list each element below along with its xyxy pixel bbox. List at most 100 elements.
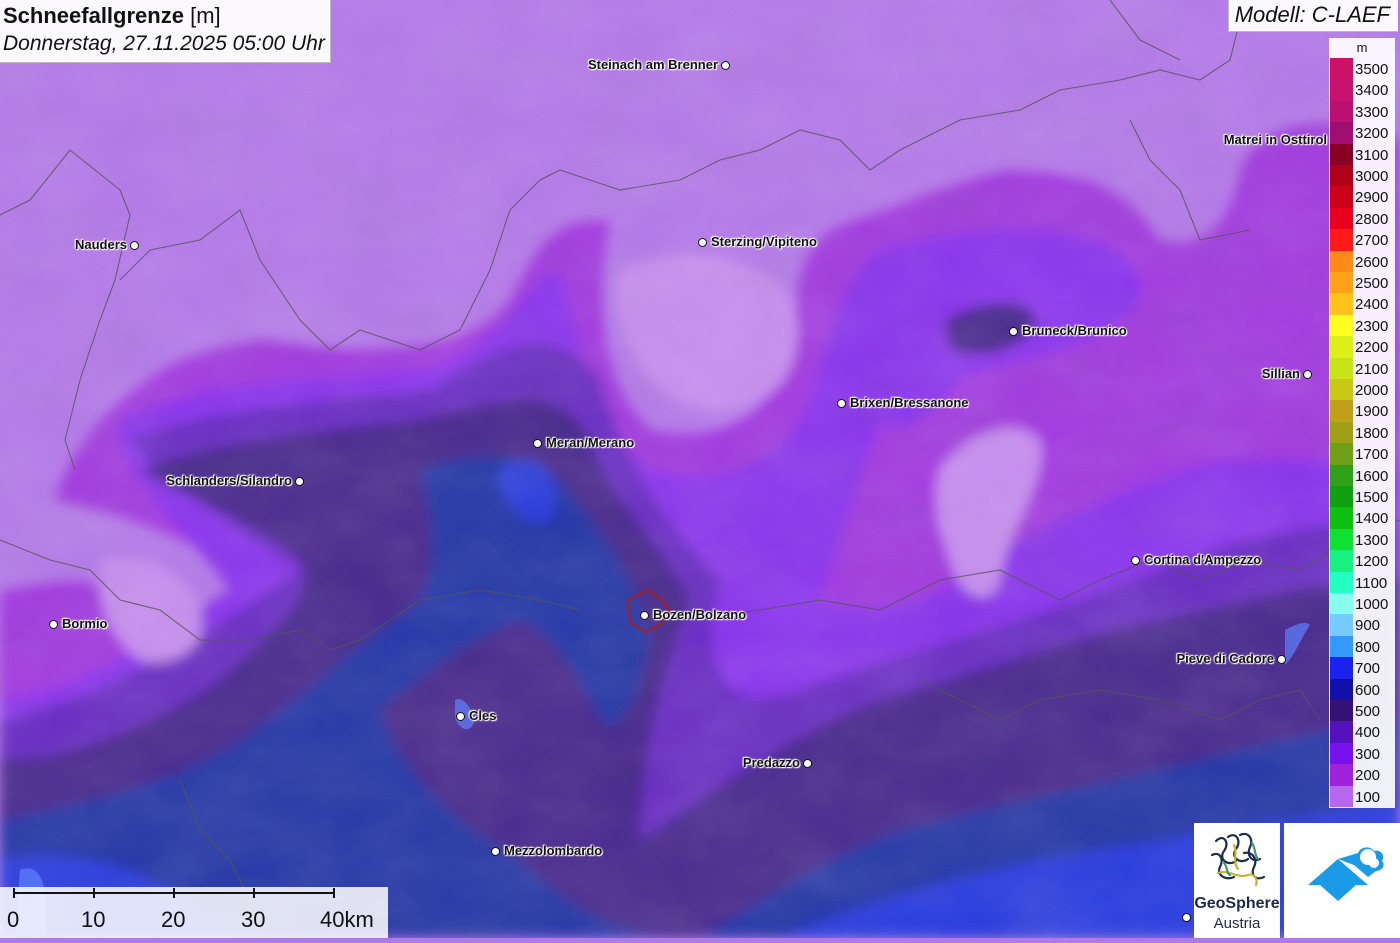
legend-entry: 800 xyxy=(1329,635,1395,658)
legend-swatch xyxy=(1330,700,1353,722)
legend-entry: 100 xyxy=(1329,785,1395,807)
city-marker[interactable] xyxy=(295,477,304,486)
city-label: Meran/Merano xyxy=(546,435,635,450)
city-marker[interactable] xyxy=(698,238,707,247)
legend-label: 2800 xyxy=(1355,210,1389,228)
legend-swatch xyxy=(1330,122,1353,144)
legend-swatch xyxy=(1330,678,1353,700)
legend-label: 500 xyxy=(1355,703,1381,720)
legend-label: 1200 xyxy=(1355,553,1389,571)
legend-label: 2300 xyxy=(1355,317,1389,335)
city-marker[interactable] xyxy=(837,399,846,408)
legend-swatch xyxy=(1330,571,1353,593)
legend-entry: 300 xyxy=(1329,742,1395,765)
geosphere-name: GeoSphere xyxy=(1194,895,1280,912)
legend-entry: 2200 xyxy=(1329,336,1395,358)
legend-swatch xyxy=(1330,785,1353,807)
legend-entry: 2600 xyxy=(1329,250,1395,272)
legend-swatch xyxy=(1330,207,1353,230)
legend-label: 3300 xyxy=(1355,103,1389,121)
legend-swatch xyxy=(1330,421,1353,444)
legend-label: 1500 xyxy=(1355,489,1389,506)
legend-swatch xyxy=(1330,186,1353,208)
legend-label: 200 xyxy=(1355,767,1381,785)
legend-swatch xyxy=(1330,507,1353,529)
legend-entry: 400 xyxy=(1329,721,1395,743)
city-marker[interactable] xyxy=(130,241,139,250)
legend-label: 2600 xyxy=(1355,253,1389,271)
geosphere-emblem-icon xyxy=(1210,832,1266,887)
legend-entry: 1500 xyxy=(1329,486,1395,508)
scale-label: 10 xyxy=(81,907,106,932)
city-marker[interactable] xyxy=(533,439,542,448)
legend-swatch xyxy=(1330,379,1353,401)
city-marker[interactable] xyxy=(721,61,730,70)
geosphere-austria-logo[interactable]: GeoSphere Austria xyxy=(1194,823,1280,938)
legend-entry: 1900 xyxy=(1329,400,1395,422)
legend-swatch xyxy=(1330,293,1353,315)
legend-label: 400 xyxy=(1355,724,1381,742)
scale-label: 30 xyxy=(241,907,266,932)
legend-entry: 1600 xyxy=(1329,464,1395,486)
legend-entry: 2500 xyxy=(1329,272,1395,294)
legend-swatch xyxy=(1330,58,1353,80)
legend-entry: 2300 xyxy=(1329,314,1395,337)
city-marker[interactable] xyxy=(1182,913,1191,922)
legend-label: 1400 xyxy=(1355,510,1389,528)
legend-swatch xyxy=(1330,550,1353,572)
color-legend: m 3500 3400 3300 3200 3100 3000 2900 2800 2700 26… xyxy=(1329,38,1395,808)
legend-entry: 1700 xyxy=(1329,443,1395,465)
legend-label: 1700 xyxy=(1355,446,1389,464)
legend-swatch xyxy=(1330,464,1353,486)
legend-label: 1000 xyxy=(1355,596,1389,613)
legend-label: 1100 xyxy=(1355,574,1388,592)
legend-label: 100 xyxy=(1355,788,1381,806)
scale-label: 20 xyxy=(161,907,186,932)
legend-label: 3500 xyxy=(1355,61,1389,78)
weather-app-logo[interactable] xyxy=(1284,823,1400,938)
city-label: Cortina d'Ampezzo xyxy=(1144,552,1262,567)
city-marker[interactable] xyxy=(491,847,500,856)
city-label: Bruneck/Brunico xyxy=(1022,323,1127,338)
legend-label: 2900 xyxy=(1355,189,1389,207)
legend-entry: 900 xyxy=(1329,614,1395,636)
legend-entry: 3300 xyxy=(1329,100,1395,123)
city-marker[interactable] xyxy=(1303,370,1312,379)
legend-entry: 2400 xyxy=(1329,293,1395,315)
mountain-cloud-icon xyxy=(1308,847,1384,901)
legend-label: 2500 xyxy=(1355,275,1389,292)
variable-name: Schneefallgrenze xyxy=(3,3,184,28)
variable-unit: [m] xyxy=(190,3,221,28)
city-marker[interactable] xyxy=(640,611,649,620)
city-label: Sillian xyxy=(1261,366,1300,381)
city-label: Steinach am Brenner xyxy=(587,57,718,72)
city-marker[interactable] xyxy=(1009,327,1018,336)
legend-entry: 1100 xyxy=(1329,571,1395,593)
legend-swatch xyxy=(1330,143,1353,165)
city-marker[interactable] xyxy=(1131,556,1140,565)
terrain-relief xyxy=(0,0,1400,938)
legend-swatch xyxy=(1330,314,1353,337)
city-marker[interactable] xyxy=(803,759,812,768)
model-name: Modell: C-LAEF xyxy=(1227,0,1398,32)
legend-swatch xyxy=(1330,614,1353,636)
city-marker[interactable] xyxy=(49,620,58,629)
city-marker[interactable] xyxy=(1277,655,1286,664)
snowline-map[interactable] xyxy=(0,0,1400,938)
legend-swatch xyxy=(1330,486,1353,508)
legend-entry: 2100 xyxy=(1329,357,1395,379)
legend-label: 3100 xyxy=(1355,146,1389,164)
legend-entry: 2700 xyxy=(1329,229,1395,251)
legend-label: 800 xyxy=(1355,638,1381,656)
legend-label: 2000 xyxy=(1355,382,1389,399)
legend-unit: m xyxy=(1356,40,1368,55)
legend-label: 2100 xyxy=(1355,360,1389,378)
map-title: Schneefallgrenze [m] xyxy=(3,2,325,30)
city-label: Brixen/Bressanone xyxy=(850,395,969,410)
city-label: Sterzing/Vipiteno xyxy=(711,234,817,249)
legend-swatch xyxy=(1330,400,1353,422)
city-marker[interactable] xyxy=(456,712,465,721)
legend-label: 2700 xyxy=(1355,232,1389,250)
legend-entry: 2800 xyxy=(1329,207,1395,230)
city-label: Matrei in Osttirol xyxy=(1223,132,1327,147)
